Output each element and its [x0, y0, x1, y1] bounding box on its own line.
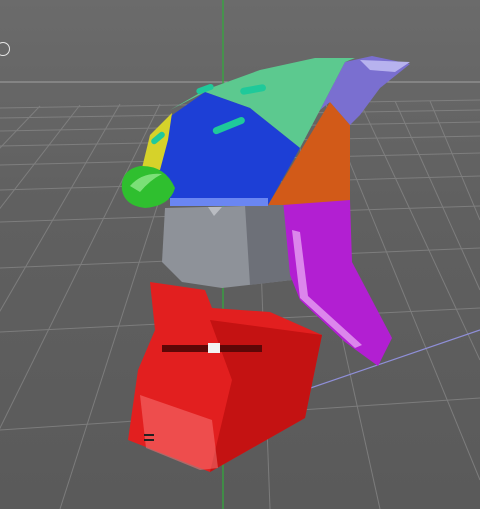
panel-blue-rim — [170, 198, 268, 206]
3d-viewport[interactable] — [0, 0, 480, 509]
jaw-mark-2 — [144, 439, 154, 441]
jaw-mark-1 — [144, 434, 154, 436]
jaw-notch — [208, 343, 220, 353]
scene-canvas[interactable] — [0, 0, 480, 509]
